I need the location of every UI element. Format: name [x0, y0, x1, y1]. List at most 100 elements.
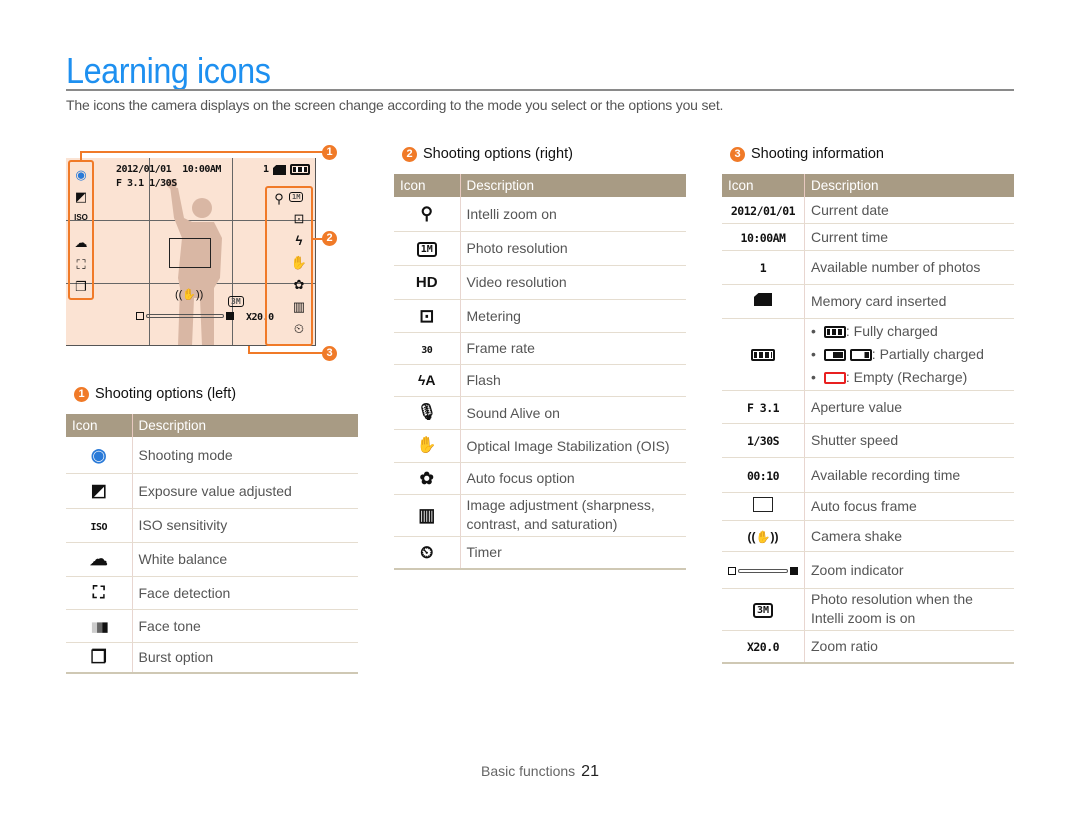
metering-icon: ⊡	[419, 305, 435, 326]
row-description: Face detection	[132, 576, 358, 610]
table-row: ⊡ Metering	[394, 299, 686, 333]
screen-photo-count: 1	[263, 164, 269, 175]
table-row: 1 Available number of photos	[722, 250, 1014, 285]
auto-focus-icon: ✿	[419, 468, 434, 488]
table-row: 1M Photo resolution	[394, 231, 686, 266]
intro-text: The icons the camera displays on the scr…	[66, 97, 724, 113]
white-balance-icon: ☁	[89, 549, 108, 569]
row-description: Frame rate	[460, 332, 686, 365]
battery-empty-icon	[823, 371, 846, 384]
time-text: 10:00AM	[740, 230, 786, 245]
image-adjust-icon: ▥	[418, 505, 436, 525]
af-frame	[169, 238, 211, 268]
row-description: Available number of photos	[804, 250, 1014, 285]
row-description: Memory card inserted	[804, 284, 1014, 319]
table-row: ▮▮▮ Face tone	[66, 609, 358, 643]
table-row: ⏲ Timer	[394, 536, 686, 570]
right-options-table: Icon Description ⚲ Intelli zoom on 1M Phot…	[394, 174, 686, 570]
tele-icon	[226, 312, 234, 320]
shutter-text: 1/30S	[746, 434, 780, 448]
row-description: Auto focus frame	[804, 492, 1014, 521]
screen-date: 2012/01/01 10:00AM	[116, 164, 221, 175]
burst-icon: ❐	[90, 647, 107, 668]
section-badge: 2	[402, 146, 417, 162]
column-header-description: Description	[804, 174, 1014, 197]
callout-line-3	[248, 352, 324, 354]
column-header-description: Description	[132, 414, 358, 437]
image-adjust-icon: ▥	[292, 299, 306, 314]
section-title: Shooting options (right)	[423, 146, 573, 162]
zoom-indicator	[136, 312, 234, 320]
row-description: Photo resolution	[460, 231, 686, 266]
zoom-track	[146, 314, 224, 318]
table-row: 1/30S Shutter speed	[722, 423, 1014, 458]
video-resolution-icon: HD	[415, 274, 438, 291]
iso-icon: ISO	[74, 213, 88, 222]
af-frame-icon	[753, 497, 773, 512]
intelli-zoom-icon: ⚲	[420, 204, 433, 224]
frame-rate-icon: 30	[421, 345, 433, 356]
title-divider	[66, 89, 1014, 91]
table-row: ✋ Optical Image Stabilization (OIS)	[394, 429, 686, 463]
iso-icon: ISO	[90, 522, 108, 533]
photo-resolution-icon: 1M	[289, 192, 304, 202]
row-description: Photo resolution when the Intelli zoom i…	[804, 588, 1014, 631]
callout-badge-3: 3	[322, 346, 337, 361]
table-row: Memory card inserted	[722, 284, 1014, 319]
ois-icon: ✋	[416, 437, 437, 454]
table-row: ϟA Flash	[394, 364, 686, 397]
battery-icon	[751, 349, 775, 362]
row-description: Face tone	[132, 609, 358, 643]
intelli-zoom-icon: ⚲	[274, 191, 284, 206]
flash-icon: ϟ	[295, 233, 303, 248]
shooting-mode-icon: ◉	[75, 167, 87, 182]
exposure-icon: ◩	[90, 481, 107, 500]
page-footer: Basic functions 21	[481, 763, 599, 781]
white-balance-icon: ☁	[74, 235, 88, 250]
photo-count-text: 1	[759, 261, 767, 275]
row-description: Timer	[460, 536, 686, 570]
row-description: Current time	[804, 223, 1014, 251]
ois-icon: ✋	[290, 255, 308, 270]
row-description: Shooting mode	[132, 437, 358, 474]
row-description: Available recording time	[804, 457, 1014, 493]
table-row: ⚲ Intelli zoom on	[394, 197, 686, 232]
callout-badge-2: 2	[322, 231, 337, 246]
battery-state-empty: : Empty (Recharge)	[811, 366, 1008, 389]
battery-state-full: : Fully charged	[811, 320, 1008, 343]
table-row: 3M Photo resolution when the Intelli zoom…	[722, 588, 1014, 631]
row-description: Aperture value	[804, 390, 1014, 424]
memory-card-icon	[754, 293, 772, 306]
callout-badge-1: 1	[322, 145, 337, 160]
callout-line-1	[80, 151, 82, 160]
page-title: Learning icons	[66, 50, 271, 91]
row-description: Optical Image Stabilization (OIS)	[460, 429, 686, 463]
table-row: ❐ Burst option	[66, 642, 358, 674]
shooting-info-table: Icon Description 2012/01/01 Current date …	[722, 174, 1014, 664]
table-row: ◉ Shooting mode	[66, 437, 358, 474]
left-options-group: ◉ ◩ ISO ☁ ⛶ ❐	[68, 160, 94, 300]
table-row: 30 Frame rate	[394, 332, 686, 365]
page-number: 21	[581, 763, 599, 780]
table-row: 10:00AM Current time	[722, 223, 1014, 251]
table-row: HD Video resolution	[394, 265, 686, 300]
row-description: ISO sensitivity	[132, 508, 358, 543]
zoom-ratio-text: X20.0	[746, 640, 780, 655]
face-tone-icon: ▮▮▮	[91, 618, 109, 634]
battery-partial-icon	[823, 348, 846, 361]
table-row: Auto focus frame	[722, 492, 1014, 521]
row-description: White balance	[132, 542, 358, 577]
battery-state-partial: : Partially charged	[811, 343, 1008, 366]
battery-icon	[290, 164, 310, 175]
intelli-resolution-icon: 3M	[228, 296, 244, 307]
row-description: Sound Alive on	[460, 396, 686, 430]
table-row: ((✋)) Camera shake	[722, 520, 1014, 552]
left-options-table: Icon Description ◉ Shooting mode ◩ Exposur…	[66, 414, 358, 674]
column-header-icon: Icon	[394, 174, 461, 197]
row-description: Intelli zoom on	[460, 197, 686, 232]
row-description: Current date	[804, 197, 1014, 224]
callout-line-1	[80, 151, 324, 153]
row-description: Burst option	[132, 642, 358, 674]
intelli-resolution-icon: 3M	[752, 603, 774, 618]
metering-icon: ⊡	[293, 211, 305, 226]
